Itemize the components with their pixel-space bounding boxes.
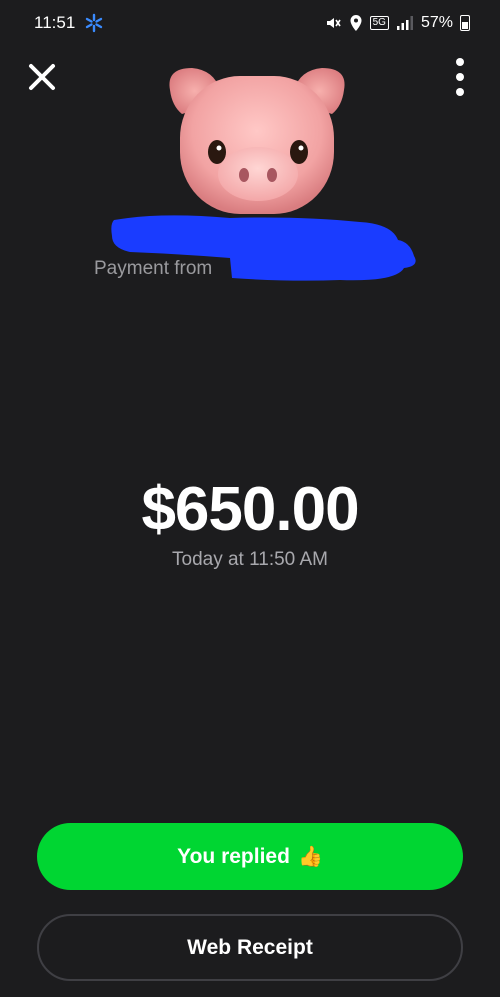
thumbs-up-icon: 👍 bbox=[297, 846, 323, 868]
you-replied-button[interactable]: You replied 👍 bbox=[37, 823, 463, 890]
redaction-mark bbox=[111, 215, 416, 281]
web-receipt-button[interactable]: Web Receipt bbox=[37, 914, 463, 981]
web-receipt-label: Web Receipt bbox=[187, 935, 313, 959]
payment-amount: $650.00 bbox=[141, 475, 359, 544]
payment-timestamp: Today at 11:50 AM bbox=[172, 549, 328, 570]
you-replied-label: You replied bbox=[177, 844, 290, 868]
